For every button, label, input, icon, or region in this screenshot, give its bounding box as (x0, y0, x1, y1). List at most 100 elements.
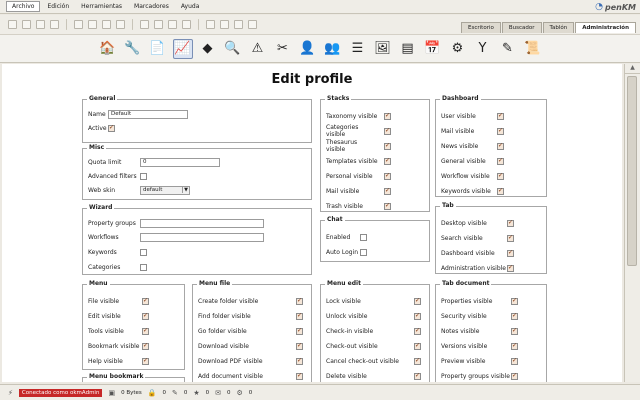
menu-help-checkbox[interactable]: ✓ (142, 357, 149, 365)
refresh-icon[interactable] (234, 20, 243, 29)
property-groups-visible-checkbox[interactable]: ✓ (511, 372, 518, 380)
home-toolbar-icon[interactable] (248, 20, 257, 29)
cancel-checkout-icon[interactable] (154, 20, 163, 29)
translate-icon[interactable]: ✎ (498, 39, 518, 59)
properties-icon[interactable]: ▤ (398, 39, 418, 59)
gear-icon[interactable]: ⚙ (448, 39, 468, 59)
unlock-icon[interactable] (74, 20, 83, 29)
tab-desktop-checkbox[interactable]: ✓ (507, 219, 514, 227)
calendar-icon[interactable]: 📅 (423, 39, 443, 59)
property-groups-field[interactable] (140, 218, 264, 228)
lock-checkbox[interactable]: ✓ (414, 297, 421, 305)
name-field[interactable]: Default (108, 109, 188, 119)
scroll-up-icon[interactable]: ▲ (625, 64, 640, 74)
dashboard-news-checkbox[interactable]: ✓ (497, 142, 504, 150)
download-icon[interactable] (168, 20, 177, 29)
download-pdf-icon[interactable] (182, 20, 191, 29)
download-checkbox[interactable]: ✓ (296, 342, 303, 350)
scrollbar-thumb[interactable] (627, 76, 637, 266)
list-icon[interactable]: ☰ (348, 39, 368, 59)
workflows-field[interactable] (140, 232, 264, 242)
scissors-icon[interactable]: ✂ (273, 39, 293, 59)
menu-marcadores[interactable]: Marcadores (129, 2, 174, 11)
create-folder-checkbox[interactable]: ✓ (296, 297, 303, 305)
tools-icon[interactable]: 🔧 (123, 39, 143, 59)
add-document-checkbox[interactable]: ✓ (296, 372, 303, 380)
tab-buscador[interactable]: Buscador (501, 22, 542, 33)
dashboard-user-checkbox[interactable]: ✓ (497, 112, 504, 120)
script-icon[interactable]: 📜 (523, 39, 543, 59)
stacks-mail-checkbox[interactable]: ✓ (384, 187, 391, 195)
categories-checkbox[interactable] (140, 263, 147, 271)
find-folder-icon[interactable] (22, 20, 31, 29)
search-icon[interactable]: 🔍 (223, 39, 243, 59)
workflow-icon[interactable] (206, 20, 215, 29)
home-icon[interactable]: 🏠 (98, 39, 118, 59)
users-icon[interactable]: 👤 (298, 39, 318, 59)
stacks-thesaurus-checkbox[interactable]: ✓ (384, 142, 391, 150)
tab-administration-checkbox[interactable]: ✓ (507, 264, 514, 272)
menu-herramientas[interactable]: Herramientas (76, 2, 127, 11)
preview-checkbox[interactable]: ✓ (511, 357, 518, 365)
tab-dashboard-checkbox[interactable]: ✓ (507, 249, 514, 257)
menu-archivo[interactable]: Archivo (6, 1, 41, 12)
keywords-checkbox[interactable] (140, 248, 147, 256)
stacks-templates-checkbox[interactable]: ✓ (384, 157, 391, 165)
tab-escritorio[interactable]: Escritorio (461, 22, 501, 33)
dashboard-workflow-checkbox[interactable]: ✓ (497, 172, 504, 180)
filter-icon[interactable]: Y (473, 39, 493, 59)
document-icon[interactable]: 📄 (148, 39, 168, 59)
stacks-categories-label: Categories visible (326, 124, 359, 138)
diamond-icon[interactable]: ◆ (198, 39, 218, 59)
menu-edicion[interactable]: Edición (42, 2, 74, 11)
download-pdf-checkbox[interactable]: ✓ (296, 357, 303, 365)
find-document-icon[interactable] (36, 20, 45, 29)
checkout-checkbox[interactable]: ✓ (414, 342, 421, 350)
dashboard-general-checkbox[interactable]: ✓ (497, 157, 504, 165)
menu-edit-checkbox[interactable]: ✓ (142, 312, 149, 320)
delete-icon[interactable] (102, 20, 111, 29)
checkin-checkbox[interactable]: ✓ (414, 327, 421, 335)
menu-ayuda[interactable]: Ayuda (176, 2, 205, 11)
cancel-checkout-checkbox[interactable]: ✓ (414, 357, 421, 365)
chat-autologin-checkbox[interactable] (360, 248, 367, 256)
menu-file-checkbox[interactable]: ✓ (142, 297, 149, 305)
advanced-filters-checkbox[interactable] (140, 172, 147, 180)
web-skin-select[interactable]: default ▼ (140, 185, 190, 195)
new-folder-icon[interactable] (8, 20, 17, 29)
stacks-taxonomy-checkbox[interactable]: ✓ (384, 112, 391, 120)
image-icon[interactable]: 🖼 (373, 39, 393, 59)
active-checkbox[interactable]: ✓ (108, 124, 115, 132)
add-document-icon[interactable] (88, 20, 97, 29)
tab-tablon[interactable]: Tablón (542, 22, 575, 33)
warning-icon[interactable]: ⚠ (248, 39, 268, 59)
chat-enabled-checkbox[interactable] (360, 233, 367, 241)
find-folder-checkbox[interactable]: ✓ (296, 312, 303, 320)
stacks-trash-checkbox[interactable]: ✓ (384, 202, 391, 210)
checkout-icon[interactable] (116, 20, 125, 29)
logo-text: penKM (604, 2, 636, 12)
versions-checkbox[interactable]: ✓ (511, 342, 518, 350)
notes-checkbox[interactable]: ✓ (511, 327, 518, 335)
monitor-icon[interactable]: 📈 (172, 38, 193, 59)
dashboard-keywords-checkbox[interactable]: ✓ (497, 187, 504, 195)
security-checkbox[interactable]: ✓ (511, 312, 518, 320)
lock-icon[interactable] (50, 20, 59, 29)
tab-search-checkbox[interactable]: ✓ (507, 234, 514, 242)
delete-checkbox[interactable]: ✓ (414, 372, 421, 380)
stacks-personal-checkbox[interactable]: ✓ (384, 172, 391, 180)
unlock-checkbox[interactable]: ✓ (414, 312, 421, 320)
menu-bookmark-checkbox[interactable]: ✓ (142, 342, 149, 350)
properties-checkbox[interactable]: ✓ (511, 297, 518, 305)
stacks-categories-checkbox[interactable]: ✓ (384, 127, 391, 135)
checkin-icon[interactable] (140, 20, 149, 29)
group-icon[interactable]: 👥 (323, 39, 343, 59)
dashboard-mail-checkbox[interactable]: ✓ (497, 127, 504, 135)
tab-administracion[interactable]: Administración (575, 22, 636, 33)
vertical-scrollbar[interactable]: ▲ (624, 64, 640, 382)
tab-desktop-label: Desktop visible (441, 219, 487, 227)
go-folder-checkbox[interactable]: ✓ (296, 327, 303, 335)
quota-field[interactable]: 0 (140, 157, 220, 167)
menu-tools-checkbox[interactable]: ✓ (142, 327, 149, 335)
add-property-group-icon[interactable] (220, 20, 229, 29)
